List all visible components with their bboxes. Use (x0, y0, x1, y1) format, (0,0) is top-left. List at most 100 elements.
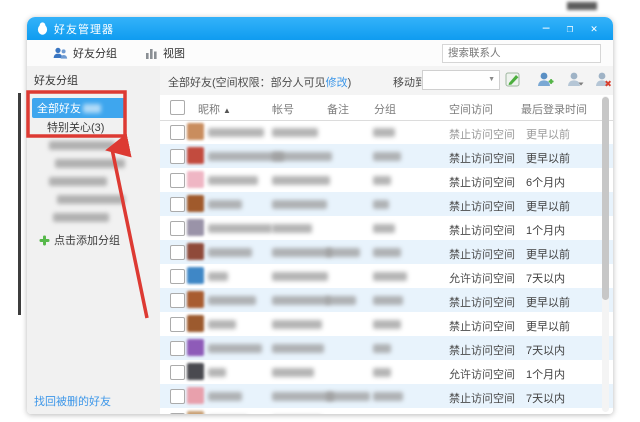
redacted-note (326, 296, 356, 305)
space-access-value: 禁止访问空间 (449, 249, 515, 261)
redacted-nickname (208, 176, 258, 185)
view-tool[interactable]: 视图 (145, 45, 185, 61)
move-friend-icon[interactable] (567, 71, 584, 88)
redacted-nickname (208, 272, 228, 281)
friend-groups-label: 好友分组 (73, 48, 117, 60)
permission-summary: 全部好友(空间权限：部分人可见修改) (168, 74, 351, 90)
modify-permission-link[interactable]: 修改 (326, 77, 348, 89)
space-access-value: 禁止访问空间 (449, 177, 515, 189)
row-checkbox[interactable] (170, 365, 185, 380)
background-window-edge (18, 93, 21, 315)
bar-chart-icon (146, 48, 157, 59)
minimize-button[interactable]: ─ (537, 22, 555, 36)
column-last-login[interactable]: 最后登录时间 (521, 101, 587, 117)
table-row[interactable]: 允许访问空间 1个月内 (160, 360, 613, 384)
table-row[interactable]: 禁止访问空间 7天以内 (160, 384, 613, 408)
select-all-checkbox[interactable] (170, 100, 185, 115)
sidebar-item-redacted[interactable] (27, 190, 160, 208)
column-account[interactable]: 帐号 (272, 101, 294, 117)
row-checkbox[interactable] (170, 245, 185, 260)
sidebar-item-all-friends[interactable]: 全部好友 (32, 98, 125, 118)
row-checkbox[interactable] (170, 389, 185, 404)
sidebar-group-list: 特别关心(3) (27, 118, 160, 226)
row-checkbox[interactable] (170, 269, 185, 284)
table-row[interactable]: 禁止访问空间 6个月内 (160, 168, 613, 192)
table-row[interactable]: 允许访问空间 7天以内 (160, 264, 613, 288)
column-note[interactable]: 备注 (327, 101, 349, 117)
column-group[interactable]: 分组 (374, 101, 396, 117)
row-checkbox[interactable] (170, 173, 185, 188)
sidebar-item-redacted[interactable] (27, 136, 160, 154)
avatar (187, 315, 204, 332)
table-row[interactable]: 禁止访问空间 更早以前 (160, 288, 613, 312)
table-row[interactable]: 禁止访问空间 7天以内 (160, 336, 613, 360)
table-row[interactable]: 禁止访问空间 1个月内 (160, 216, 613, 240)
redacted-account (272, 152, 332, 161)
table-header: 昵称 ▲ 帐号 备注 分组 空间访问 最后登录时间 (160, 95, 613, 121)
last-login-value: 7天以内 (526, 393, 566, 405)
redacted-group (373, 392, 403, 401)
space-access-value: 禁止访问空间 (449, 393, 515, 405)
row-checkbox[interactable] (170, 125, 185, 140)
sidebar-item-redacted[interactable] (27, 208, 160, 226)
redacted-account (272, 368, 314, 377)
sidebar-item-redacted[interactable] (27, 154, 160, 172)
table-row[interactable]: 禁止访问空间 更早以前 (160, 144, 613, 168)
redacted-account (272, 176, 330, 185)
redacted-group (373, 128, 395, 137)
row-checkbox[interactable] (170, 149, 185, 164)
people-icon (53, 47, 68, 59)
row-checkbox[interactable] (170, 413, 185, 414)
table-row[interactable]: 禁止访问空间 更早以前 (160, 240, 613, 264)
row-checkbox[interactable] (170, 317, 185, 332)
avatar (187, 243, 204, 260)
table-row[interactable]: 禁止访问空间 7天以内 (160, 408, 613, 414)
table-row[interactable]: 禁止访问空间 更早以前 (160, 120, 613, 144)
redacted-group-name (57, 194, 125, 204)
redacted-account (272, 128, 318, 137)
redacted-group (373, 272, 407, 281)
table-row[interactable]: 禁止访问空间 更早以前 (160, 312, 613, 336)
avatar (187, 411, 204, 414)
move-to-dropdown[interactable]: ▼ (422, 70, 500, 90)
row-checkbox[interactable] (170, 341, 185, 356)
edit-note-icon[interactable] (505, 71, 522, 88)
sort-asc-icon: ▲ (223, 106, 231, 115)
redacted-note (326, 392, 370, 401)
avatar (187, 219, 204, 236)
last-login-value: 更早以前 (526, 129, 570, 141)
table-row[interactable]: 禁止访问空间 更早以前 (160, 192, 613, 216)
last-login-value: 7天以内 (526, 273, 566, 285)
recover-deleted-friends-link[interactable]: 找回被删的好友 (34, 393, 111, 409)
add-group-button[interactable]: 点击添加分组 (27, 232, 160, 248)
last-login-value: 6个月内 (526, 177, 566, 189)
redacted-group (373, 296, 403, 305)
avatar (187, 267, 204, 284)
close-button[interactable]: ✕ (585, 22, 603, 36)
space-access-value: 禁止访问空间 (449, 201, 515, 213)
sidebar-item[interactable]: 特别关心(3) (27, 118, 160, 136)
main-panel: 全部好友(空间权限：部分人可见修改) 移动到 ▼ 昵称 ▲ 帐号 备注 分组 空… (160, 66, 613, 414)
row-checkbox[interactable] (170, 197, 185, 212)
title-bar: 好友管理器 ─ ❐ ✕ (27, 17, 613, 40)
scrollbar-thumb[interactable] (602, 97, 609, 300)
last-login-value: 更早以前 (526, 249, 570, 261)
row-checkbox[interactable] (170, 221, 185, 236)
column-space-access[interactable]: 空间访问 (449, 101, 493, 117)
chevron-down-icon: ▼ (488, 76, 495, 83)
redacted-nickname (208, 368, 226, 377)
redacted-nickname (208, 392, 242, 401)
last-login-value: 1个月内 (526, 369, 566, 381)
redacted-group (373, 344, 391, 353)
delete-friend-icon[interactable] (595, 71, 612, 88)
last-login-value: 1个月内 (526, 225, 566, 237)
add-friend-icon[interactable] (537, 71, 554, 88)
redacted-nickname (208, 296, 256, 305)
column-nickname[interactable]: 昵称 ▲ (198, 101, 231, 117)
search-input[interactable] (442, 43, 601, 63)
friend-groups-tool[interactable]: 好友分组 (53, 45, 117, 61)
row-checkbox[interactable] (170, 293, 185, 308)
redacted-group-name (53, 212, 109, 222)
sidebar-item-redacted[interactable] (27, 172, 160, 190)
maximize-button[interactable]: ❐ (561, 22, 579, 36)
